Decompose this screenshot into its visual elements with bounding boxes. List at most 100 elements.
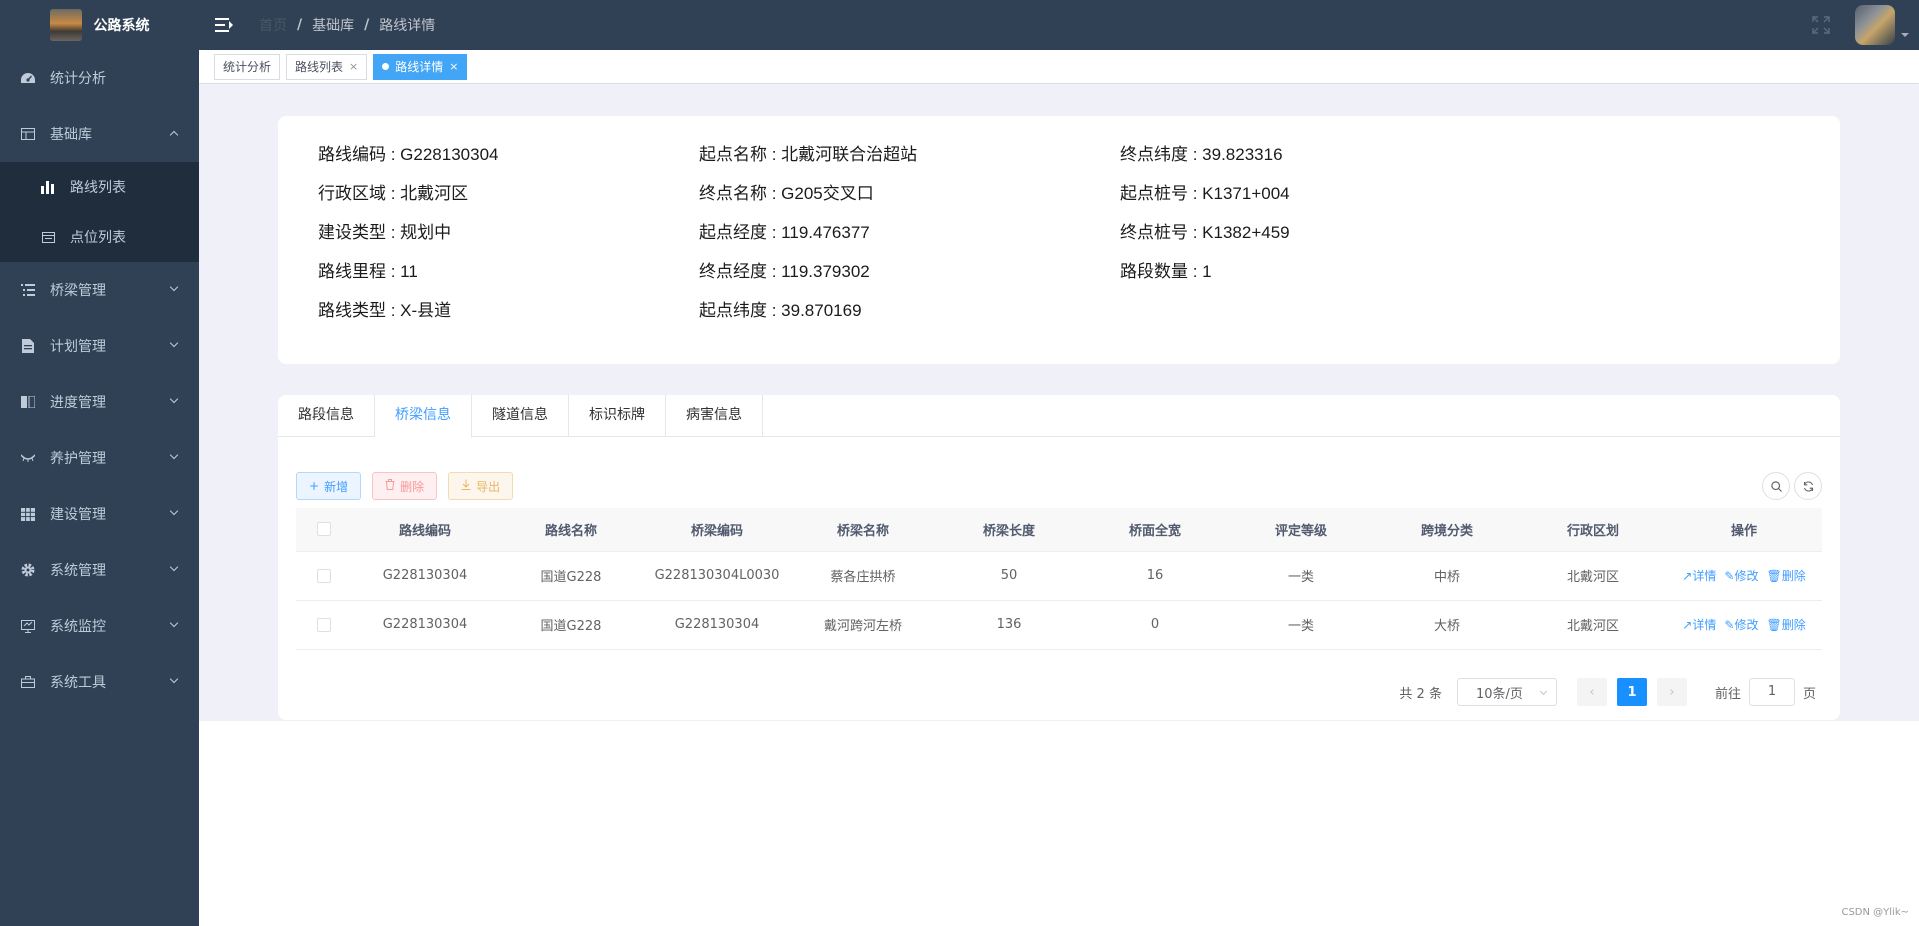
download-icon (461, 479, 471, 493)
info-column-2: 起点名称 : 北戴河联合治超站 终点名称 : G205交叉口 起点经度 : 11… (699, 142, 917, 337)
pagination-total: 共 2 条 (1399, 686, 1442, 702)
goto-page-input[interactable]: 1 (1748, 678, 1795, 706)
delete-link[interactable]: 🗑︎删除 (1766, 569, 1805, 583)
tag-statistics[interactable]: 统计分析 (214, 53, 281, 80)
select-all-checkbox[interactable] (317, 522, 331, 537)
refresh-button[interactable] (1794, 472, 1822, 500)
delete-link[interactable]: 🗑︎删除 (1766, 618, 1805, 632)
column-header[interactable]: 路线编码 (352, 508, 498, 552)
delete-label: 删除 (1781, 569, 1806, 583)
refresh-icon (1803, 480, 1813, 492)
column-header[interactable]: 评定等级 (1228, 508, 1374, 552)
trash-icon: 🗑︎ (1766, 569, 1782, 583)
tab-segment-info[interactable]: 路段信息 (278, 395, 375, 437)
cell-admin-region: 北戴河区 (1520, 600, 1666, 650)
navbar: 首页 / 基础库 / 路线详情 (199, 0, 1919, 50)
sidebar-item-maintenance-management[interactable]: 养护管理 (0, 430, 199, 486)
detail-link[interactable]: ↗详情 (1682, 569, 1716, 583)
cell-bridge-name: 戴河跨河左桥 (790, 600, 936, 650)
sidebar-item-bridge-management[interactable]: 桥梁管理 (0, 262, 199, 318)
tab-signage[interactable]: 标识标牌 (569, 395, 666, 437)
delete-button[interactable]: 删除 (372, 472, 438, 500)
close-icon[interactable]: × (349, 55, 358, 79)
tag-route-list[interactable]: 路线列表 × (286, 53, 368, 80)
chevron-down-icon (169, 562, 179, 572)
tab-bridge-info[interactable]: 桥梁信息 (375, 395, 472, 438)
chevron-down-icon (169, 394, 179, 404)
sidebar-item-point-list[interactable]: 点位列表 (0, 212, 199, 262)
row-checkbox[interactable] (317, 617, 331, 632)
sidebar-item-construction-management[interactable]: 建设管理 (0, 486, 199, 542)
tag-label: 路线列表 (295, 59, 344, 74)
prev-page-button[interactable]: ‹ (1576, 678, 1607, 706)
caret-down-icon[interactable] (1901, 33, 1909, 37)
hamburger-icon[interactable] (215, 17, 233, 33)
cell-route-name: 国道G228 (498, 551, 644, 601)
cell-rating: 一类 (1228, 551, 1374, 601)
active-dot-icon (382, 63, 390, 70)
info-admin-area: 行政区域 : 北戴河区 (318, 184, 469, 203)
column-header[interactable]: 桥梁编码 (644, 508, 790, 552)
chevron-down-icon (169, 674, 179, 684)
search-toggle-button[interactable] (1762, 472, 1790, 500)
sidebar-item-label: 建设管理 (50, 507, 106, 523)
toolbox-icon (20, 674, 36, 690)
bridge-table: 路线编码 路线名称 桥梁编码 桥梁名称 桥梁长度 桥面全宽 评定等级 跨境分类 … (296, 508, 1822, 650)
sidebar-item-route-list[interactable]: 路线列表 (0, 162, 199, 212)
table-row: G228130304 国道G228 G228130304 戴河跨河左桥 136 … (296, 600, 1822, 650)
sidebar-item-plan-management[interactable]: 计划管理 (0, 318, 199, 374)
row-checkbox[interactable] (317, 568, 331, 583)
cell-admin-region: 北戴河区 (1520, 551, 1666, 601)
logo[interactable]: 公路系统 (0, 0, 199, 50)
page-number-current[interactable]: 1 (1616, 678, 1647, 706)
sidebar-item-system-monitor[interactable]: 系统监控 (0, 598, 199, 654)
sidebar-item-progress-management[interactable]: 进度管理 (0, 374, 199, 430)
watermark: CSDN @Ylik~ (1841, 907, 1909, 918)
edit-link[interactable]: ✎修改 (1724, 618, 1758, 632)
tabs-header: 路段信息 桥梁信息 隧道信息 标识标牌 病害信息 (278, 395, 1840, 438)
sidebar-item-label: 进度管理 (50, 395, 106, 411)
avatar[interactable] (1855, 5, 1895, 45)
monitor-icon (20, 618, 36, 634)
column-header[interactable]: 桥面全宽 (1082, 508, 1228, 552)
column-header[interactable]: 跨境分类 (1374, 508, 1520, 552)
add-button[interactable]: + 新增 (296, 472, 362, 500)
page-size-select[interactable]: 10条/页 (1456, 678, 1557, 706)
sidebar-item-label: 系统监控 (50, 619, 106, 635)
column-header[interactable]: 行政区划 (1520, 508, 1666, 552)
sidebar-item-label: 计划管理 (50, 339, 106, 355)
logo-image (49, 9, 82, 41)
sidebar-item-statistics[interactable]: 统计分析 (0, 50, 199, 106)
breadcrumb-home[interactable]: 首页 (259, 15, 287, 35)
tag-route-detail[interactable]: 路线详情 × (373, 53, 468, 80)
sidebar-item-label: 系统管理 (50, 563, 106, 579)
plus-icon: + (309, 479, 320, 493)
book-icon (20, 394, 36, 410)
close-icon[interactable]: × (449, 55, 458, 79)
detail-link[interactable]: ↗详情 (1682, 618, 1716, 632)
table-header-row: 路线编码 路线名称 桥梁编码 桥梁名称 桥梁长度 桥面全宽 评定等级 跨境分类 … (296, 508, 1822, 552)
sidebar-item-system-management[interactable]: 系统管理 (0, 542, 199, 598)
edit-icon: ✎ (1724, 618, 1735, 632)
edit-icon: ✎ (1724, 569, 1735, 583)
cell-route-name: 国道G228 (498, 600, 644, 650)
column-header[interactable]: 桥梁名称 (790, 508, 936, 552)
grid-icon (20, 506, 36, 522)
edit-link[interactable]: ✎修改 (1724, 569, 1758, 583)
fullscreen-icon[interactable] (1812, 16, 1830, 34)
export-button[interactable]: 导出 (448, 472, 514, 500)
chevron-down-icon (169, 282, 179, 292)
pagination: 共 2 条 10条/页 ‹ 1 › 前往 1 页 (1399, 678, 1816, 706)
column-header[interactable]: 路线名称 (498, 508, 644, 552)
info-column-1: 路线编码 : G228130304 行政区域 : 北戴河区 建设类型 : 规划中… (318, 142, 498, 337)
sidebar-item-label: 路线列表 (70, 180, 126, 196)
tab-defect-info[interactable]: 病害信息 (666, 395, 763, 437)
column-header[interactable]: 桥梁长度 (936, 508, 1082, 552)
sidebar-item-system-tools[interactable]: 系统工具 (0, 654, 199, 710)
breadcrumb-basic-library[interactable]: 基础库 (312, 15, 354, 35)
tab-tunnel-info[interactable]: 隧道信息 (472, 395, 569, 437)
info-column-3: 终点纬度 : 39.823316 起点桩号 : K1371+004 终点桩号 :… (1120, 142, 1290, 298)
info-construction-type: 建设类型 : 规划中 (318, 223, 452, 242)
sidebar-item-basic-library[interactable]: 基础库 (0, 106, 199, 162)
next-page-button[interactable]: › (1656, 678, 1687, 706)
